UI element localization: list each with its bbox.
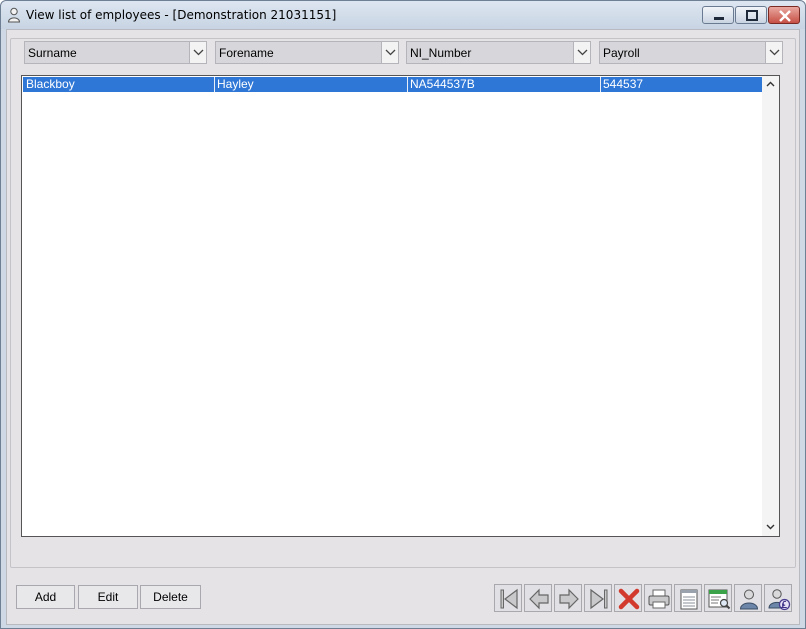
- chevron-up-icon: [766, 81, 775, 87]
- window-title: View list of employees - [Demonstration …: [26, 8, 337, 22]
- forename-cell: Hayley: [214, 77, 254, 92]
- print-icon: [648, 589, 670, 609]
- report-preview-icon: [708, 589, 731, 610]
- ni-number-cell: NA544537B: [407, 77, 475, 92]
- employee-pay-button[interactable]: [764, 584, 792, 612]
- forename-column-select[interactable]: Forename: [215, 41, 399, 64]
- surname-cell: Blackboy: [26, 77, 75, 91]
- first-record-button[interactable]: [494, 584, 522, 612]
- forename-dropdown-button[interactable]: [381, 42, 398, 63]
- minimize-button[interactable]: [702, 6, 734, 24]
- first-record-icon: [500, 588, 518, 610]
- ni-number-dropdown-button[interactable]: [573, 42, 590, 63]
- payroll-cell: 544537: [600, 77, 643, 92]
- chevron-down-icon: [766, 524, 775, 530]
- payroll-column-select[interactable]: Payroll: [599, 41, 783, 64]
- chevron-down-icon: [385, 49, 396, 56]
- notepad-icon: [680, 589, 698, 610]
- cancel-button[interactable]: [614, 584, 642, 612]
- last-record-button[interactable]: [584, 584, 612, 612]
- surname-column-label: Surname: [28, 46, 77, 60]
- forename-column-label: Forename: [219, 46, 274, 60]
- maximize-button[interactable]: [735, 6, 767, 24]
- delete-button[interactable]: Delete: [140, 585, 201, 609]
- report-preview-button[interactable]: [704, 584, 732, 612]
- payroll-dropdown-button[interactable]: [765, 42, 782, 63]
- minimize-icon: [714, 17, 724, 20]
- chevron-down-icon: [577, 49, 588, 56]
- chevron-down-icon: [193, 49, 204, 56]
- add-button[interactable]: Add: [16, 585, 75, 609]
- client-area: Surname Forename NI_Number Payroll Black…: [6, 29, 800, 625]
- scroll-down-button[interactable]: [762, 519, 779, 536]
- print-button[interactable]: [644, 584, 672, 612]
- employee-pay-icon: [768, 589, 791, 611]
- chevron-down-icon: [769, 49, 780, 56]
- employee-icon: [739, 589, 759, 610]
- surname-column-select[interactable]: Surname: [24, 41, 207, 64]
- maximize-icon: [746, 10, 758, 21]
- next-record-button[interactable]: [554, 584, 582, 612]
- employee-listbox[interactable]: Blackboy Hayley NA544537B 544537: [21, 75, 780, 537]
- last-record-icon: [590, 588, 608, 610]
- ni-number-column-label: NI_Number: [410, 46, 472, 60]
- close-button[interactable]: [768, 6, 800, 24]
- surname-dropdown-button[interactable]: [189, 42, 206, 63]
- payroll-column-label: Payroll: [603, 46, 640, 60]
- employee-button[interactable]: [734, 584, 762, 612]
- employee-list-window: View list of employees - [Demonstration …: [0, 0, 806, 629]
- title-bar[interactable]: View list of employees - [Demonstration …: [1, 1, 805, 29]
- next-record-icon: [559, 588, 579, 610]
- previous-record-icon: [529, 588, 549, 610]
- employee-app-icon: [7, 7, 21, 23]
- scroll-up-button[interactable]: [762, 76, 779, 93]
- vertical-scrollbar[interactable]: [762, 76, 779, 536]
- notepad-button[interactable]: [674, 584, 702, 612]
- table-row[interactable]: Blackboy Hayley NA544537B 544537: [23, 77, 762, 92]
- edit-button[interactable]: Edit: [78, 585, 138, 609]
- ni-number-column-select[interactable]: NI_Number: [406, 41, 591, 64]
- close-icon: [779, 10, 791, 22]
- cancel-icon: [618, 588, 640, 610]
- previous-record-button[interactable]: [524, 584, 552, 612]
